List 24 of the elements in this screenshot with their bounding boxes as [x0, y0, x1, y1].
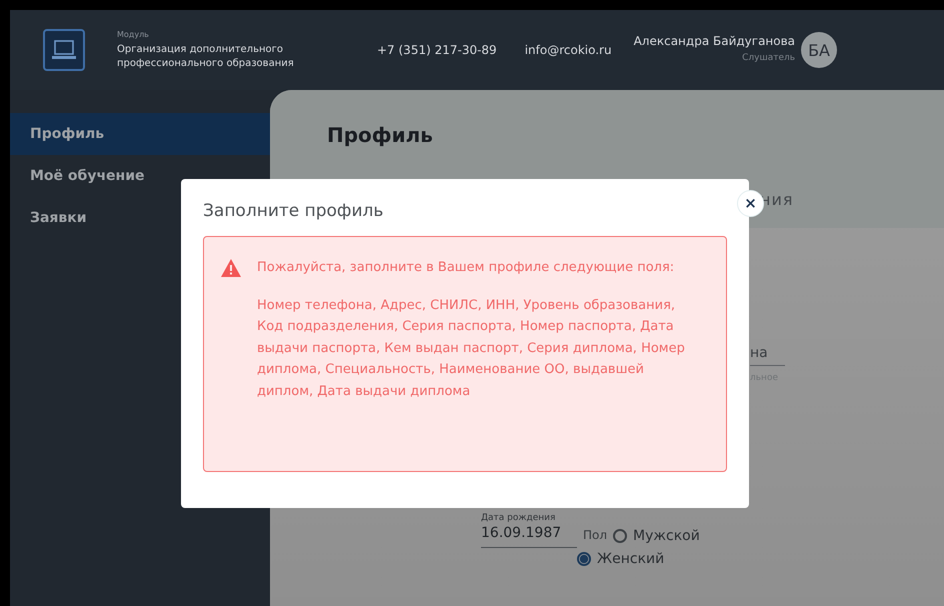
- radio-button[interactable]: [613, 528, 628, 542]
- gender-label: Пол: [583, 528, 608, 542]
- module-label: Модуль: [117, 30, 150, 38]
- laptop-logo-icon[interactable]: [43, 29, 85, 71]
- text-field[interactable]: на: [750, 345, 785, 366]
- birth-date-field[interactable]: 16.09.1987: [481, 523, 577, 548]
- user-avatar[interactable]: БА: [801, 32, 838, 68]
- close-button[interactable]: ×: [737, 190, 764, 217]
- page-title: Профиль: [327, 123, 434, 147]
- field-label: Дата рождения: [481, 513, 556, 523]
- warning-icon: [221, 259, 241, 277]
- modal-title: Заполните профиль: [203, 201, 384, 221]
- missing-fields-list: Номер телефона, Адрес, СНИЛС, ИНН, Уровень образования, Код подразделения, Серия паспорта, Номер паспорта, Дата выдачи паспорта, Кем выдан паспорт, Серия диплома, Номер диплома, Специальность, Наименование ОО, выдавшей диплом, Дата выдачи диплома: [257, 294, 702, 402]
- phone-link[interactable]: +7 (351) 217-30-89: [377, 43, 497, 57]
- alert-message: Пожалуйста, заполните в Вашем профиле следующие поля:: [257, 259, 676, 277]
- radio-label: Мужской: [633, 528, 700, 544]
- sidebar-item[interactable]: Моё обучение: [10, 155, 270, 197]
- user-role: Слушатель: [742, 53, 796, 63]
- radio-label: Женский: [597, 550, 664, 566]
- email-link[interactable]: info@rcokio.ru: [524, 43, 612, 57]
- user-name: Александра Байдуганова: [634, 34, 796, 48]
- sidebar-item[interactable]: Профиль: [10, 113, 270, 155]
- organization-name: Организация дополнительного профессионального образования: [117, 42, 295, 70]
- radio-button[interactable]: [577, 552, 592, 566]
